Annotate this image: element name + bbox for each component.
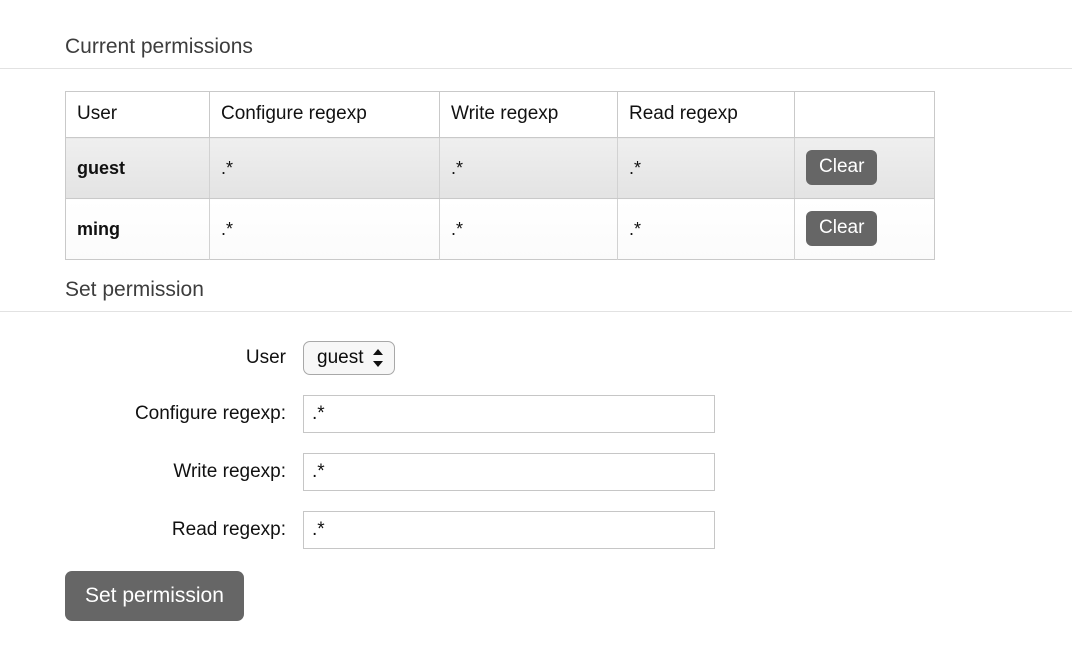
cell-actions: Clear [794, 137, 935, 199]
table-row: guest .* .* .* Clear [65, 137, 935, 199]
set-permission-button[interactable]: Set permission [65, 571, 244, 621]
cell-write-regexp: .* [439, 198, 618, 260]
permissions-table-body: guest .* .* .* Clear ming .* .* .* Clear [65, 137, 935, 260]
current-permissions-heading: Current permissions [65, 35, 253, 58]
cell-configure-regexp: .* [209, 198, 440, 260]
current-permissions-divider [0, 68, 1072, 69]
submit-wrapper: Set permission [65, 571, 1072, 621]
read-regexp-input[interactable] [303, 510, 715, 549]
form-row-user: User guest ming [0, 337, 1072, 378]
permissions-table-head: User Configure regexp Write regexp Read … [65, 91, 935, 138]
column-header-configure: Configure regexp [209, 91, 440, 138]
read-regexp-label: Read regexp: [171, 518, 286, 540]
cell-read-regexp: .* [617, 198, 795, 260]
permissions-page: Current permissions User Configure regex… [0, 0, 1072, 670]
form-row-write-regexp: Write regexp: [0, 451, 1072, 492]
column-header-write: Write regexp [439, 91, 618, 138]
cell-write-regexp: .* [439, 137, 618, 199]
set-permission-heading: Set permission [65, 278, 204, 301]
cell-read-regexp: .* [617, 137, 795, 199]
top-spacer [0, 0, 1072, 8]
form-row-configure-regexp: Configure regexp: [0, 393, 1072, 434]
column-header-read: Read regexp [617, 91, 795, 138]
user-label: User [245, 346, 286, 368]
permissions-table: User Configure regexp Write regexp Read … [65, 91, 935, 260]
write-regexp-input[interactable] [303, 452, 715, 491]
form-row-read-regexp: Read regexp: [0, 509, 1072, 550]
cell-user: guest [65, 137, 210, 199]
current-permissions-section: Current permissions User Configure regex… [0, 8, 1072, 260]
user-select-wrapper: guest ming [303, 340, 395, 375]
cell-user: ming [65, 198, 210, 260]
cell-actions: Clear [794, 198, 935, 260]
set-permission-form: User guest ming Configure regexp: [0, 312, 1072, 621]
write-regexp-label: Write regexp: [173, 460, 286, 482]
column-header-user: User [65, 91, 210, 138]
cell-configure-regexp: .* [209, 137, 440, 199]
clear-permission-button[interactable]: Clear [806, 211, 878, 246]
clear-permission-button[interactable]: Clear [806, 150, 878, 185]
configure-regexp-input[interactable] [303, 394, 715, 433]
table-row: ming .* .* .* Clear [65, 198, 935, 260]
column-header-actions [794, 91, 935, 138]
user-select[interactable]: guest ming [303, 340, 395, 375]
permissions-table-wrapper: User Configure regexp Write regexp Read … [65, 91, 1072, 260]
configure-regexp-label: Configure regexp: [134, 402, 286, 424]
set-permission-section: Set permission User guest ming [0, 260, 1072, 621]
table-header-row: User Configure regexp Write regexp Read … [65, 91, 935, 138]
